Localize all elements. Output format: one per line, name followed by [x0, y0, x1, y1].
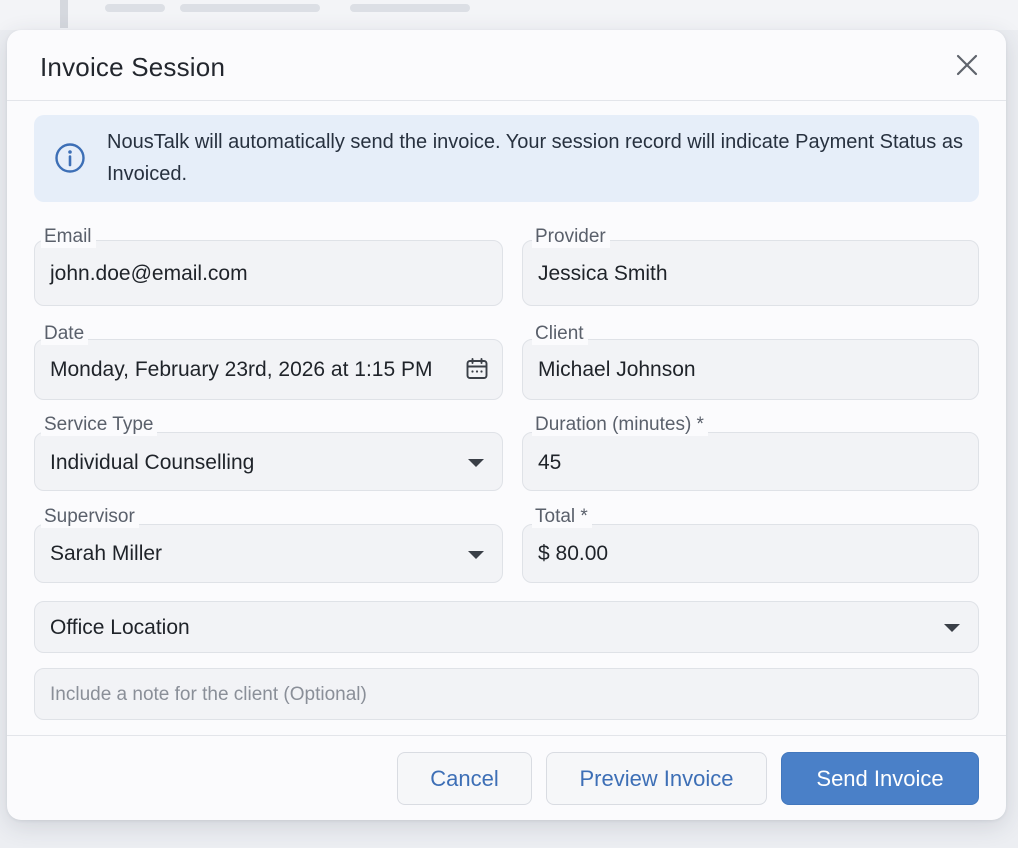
date-field[interactable]: Monday, February 23rd, 2026 at 1:15 PM	[34, 339, 503, 400]
client-note-input[interactable]: Include a note for the client (Optional)	[34, 668, 979, 720]
invoice-session-dialog: Invoice Session NousTalk will automatica…	[7, 30, 1006, 820]
background-page	[0, 0, 1018, 30]
duration-label: Duration (minutes) *	[532, 414, 708, 436]
close-button[interactable]	[954, 52, 980, 78]
dialog-header: Invoice Session	[7, 30, 1006, 101]
provider-field[interactable]: Jessica Smith	[522, 240, 979, 306]
duration-field[interactable]: 45	[522, 432, 979, 491]
close-icon	[956, 54, 978, 76]
date-label: Date	[41, 323, 89, 345]
preview-invoice-button[interactable]: Preview Invoice	[546, 752, 767, 805]
total-value: $ 80.00	[538, 542, 609, 565]
supervisor-select[interactable]: Sarah Miller	[34, 524, 503, 583]
email-label: Email	[41, 226, 96, 248]
info-icon	[54, 142, 86, 174]
send-invoice-button[interactable]: Send Invoice	[781, 752, 979, 805]
cancel-button[interactable]: Cancel	[397, 752, 532, 805]
chevron-down-icon	[468, 459, 484, 467]
info-message: NousTalk will automatically send the inv…	[107, 131, 963, 185]
supervisor-label: Supervisor	[41, 506, 139, 528]
provider-value: Jessica Smith	[538, 262, 668, 285]
chevron-down-icon	[944, 624, 960, 632]
calendar-icon[interactable]	[465, 357, 489, 381]
office-location-select[interactable]: Office Location	[34, 601, 979, 653]
service-type-label: Service Type	[41, 414, 158, 436]
service-type-select[interactable]: Individual Counselling	[34, 432, 503, 491]
total-field[interactable]: $ 80.00	[522, 524, 979, 583]
dialog-footer: Cancel Preview Invoice Send Invoice	[7, 735, 1006, 820]
client-note-placeholder: Include a note for the client (Optional)	[50, 684, 367, 705]
office-location-placeholder: Office Location	[50, 616, 190, 639]
total-label: Total *	[532, 506, 592, 528]
chevron-down-icon	[468, 551, 484, 559]
service-type-value: Individual Counselling	[50, 451, 255, 474]
duration-value: 45	[538, 451, 562, 474]
provider-label: Provider	[532, 226, 610, 248]
client-label: Client	[532, 323, 588, 345]
email-value: john.doe@email.com	[50, 262, 248, 285]
background-blur-bar	[105, 4, 165, 12]
client-field[interactable]: Michael Johnson	[522, 339, 979, 400]
client-value: Michael Johnson	[538, 358, 696, 381]
info-banner: NousTalk will automatically send the inv…	[34, 115, 979, 202]
background-divider	[60, 0, 68, 28]
supervisor-value: Sarah Miller	[50, 542, 163, 565]
background-blur-bar	[180, 4, 320, 12]
dialog-title: Invoice Session	[40, 52, 226, 82]
background-blur-bar	[350, 4, 470, 12]
email-field[interactable]: john.doe@email.com	[34, 240, 503, 306]
date-value: Monday, February 23rd, 2026 at 1:15 PM	[50, 358, 433, 381]
